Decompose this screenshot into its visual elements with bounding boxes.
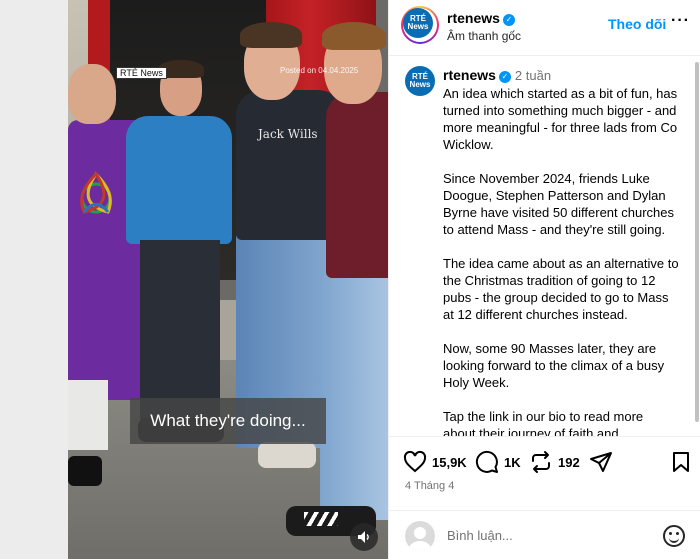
post-header: RTÉ News rtenews ✓ Âm thanh gốc Theo dõi …: [389, 0, 700, 56]
posted-date-label: Posted on 04.04.2025: [280, 66, 359, 75]
caption-paragraph: Tap the link in our bio to read more abo…: [443, 409, 644, 436]
avatar-body: [409, 541, 431, 551]
priest-alb: [68, 380, 108, 450]
original-audio-link[interactable]: Âm thanh gốc: [447, 29, 521, 43]
emoji-icon[interactable]: [663, 525, 685, 547]
like-count: 15,9K: [432, 454, 467, 470]
repost-count: 192: [558, 454, 580, 470]
man-navy-shoes: [258, 442, 316, 468]
man-maroon-hair: [322, 22, 386, 50]
man-maroon-jeans: [320, 270, 388, 520]
post-date: 4 Tháng 4: [405, 480, 455, 492]
story-ring[interactable]: RTÉ News: [401, 6, 439, 44]
repost-icon: [532, 451, 550, 473]
comment-count: 1K: [504, 454, 521, 470]
caption-username-text[interactable]: rtenews: [443, 67, 496, 83]
caption-text: An idea which started as a bit of fun, h…: [443, 85, 679, 436]
heart-icon: [403, 450, 427, 473]
post-panel: RTÉ News rtenews ✓ Âm thanh gốc Theo dõi …: [388, 0, 700, 559]
send-icon: [590, 452, 612, 472]
caption-area[interactable]: RTÉ News rtenews ✓ 2 tuần An idea which st…: [389, 56, 700, 436]
instagram-post-view: Jack Wills RTÉ News Posted on 04.04.2025…: [0, 0, 700, 559]
backdrop: [0, 0, 68, 559]
video-subtitle: What they're doing...: [130, 398, 326, 444]
sneaker-stripes: [304, 512, 338, 526]
header-username[interactable]: rtenews ✓: [447, 10, 515, 26]
follow-button[interactable]: Theo dõi: [608, 16, 666, 32]
save-button[interactable]: [669, 450, 693, 474]
comment-bubble-icon: [475, 450, 498, 473]
repost-button[interactable]: 192: [529, 450, 580, 474]
man-maroon-sweater: [326, 92, 388, 278]
priest-shoe: [68, 456, 102, 486]
caption-avatar[interactable]: RTÉ News: [405, 66, 435, 96]
avatar-head: [414, 527, 426, 539]
post-time: 2 tuần: [514, 68, 552, 83]
account-avatar: RTÉ News: [403, 8, 433, 38]
priest-head: [68, 64, 116, 124]
rte-news-badge: RTÉ News: [116, 67, 167, 79]
header-username-text[interactable]: rtenews: [447, 10, 500, 26]
comment-button[interactable]: 1K: [475, 450, 521, 474]
bookmark-icon: [673, 452, 689, 472]
like-button[interactable]: 15,9K: [403, 450, 467, 474]
caption-username[interactable]: rtenews ✓ 2 tuần: [443, 67, 551, 83]
man-blue-sweater: [126, 116, 232, 244]
share-button[interactable]: [589, 450, 613, 474]
comment-input[interactable]: Bình luận...: [447, 528, 513, 543]
video-player[interactable]: Jack Wills RTÉ News Posted on 04.04.2025…: [68, 0, 388, 559]
sweatshirt-print: Jack Wills: [258, 127, 318, 141]
verified-badge-icon: ✓: [498, 71, 511, 83]
caption-paragraph: Now, some 90 Masses later, they are look…: [443, 341, 665, 390]
comment-box: Bình luận...: [389, 510, 700, 559]
verified-badge-icon: ✓: [502, 14, 515, 26]
mute-button[interactable]: [350, 523, 378, 551]
caption-paragraph: Since November 2024, friends Luke Doogue…: [443, 171, 675, 237]
caption-paragraph: An idea which started as a bit of fun, h…: [443, 86, 678, 152]
caption-paragraph: The idea came about as an alternative to…: [443, 256, 679, 322]
speaker-icon: [358, 531, 369, 543]
scrollbar[interactable]: [695, 62, 699, 422]
man-blue-trousers: [140, 240, 220, 420]
trinity-knot-icon: [80, 171, 112, 214]
more-options-icon[interactable]: ···: [671, 12, 690, 30]
current-user-avatar: [405, 521, 435, 551]
man-navy-hair: [240, 22, 302, 48]
